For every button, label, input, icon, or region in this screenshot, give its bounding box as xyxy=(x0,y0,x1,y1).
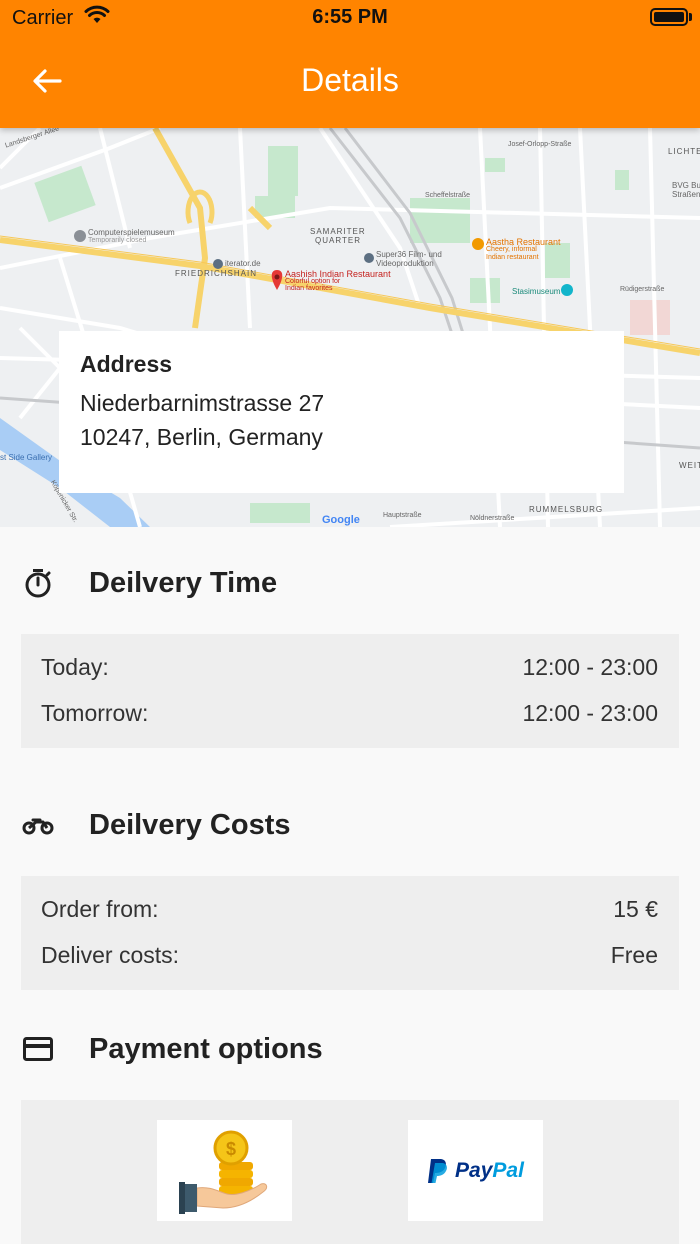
motorcycle-icon xyxy=(22,809,54,841)
map-street-label: Rüdigerstraße xyxy=(620,286,665,293)
payment-options-box: $ PayPal xyxy=(21,1100,679,1244)
map-district-label: WEITE xyxy=(679,461,700,470)
map-attribution: Google xyxy=(322,514,360,526)
address-card: Address Niederbarnimstrasse 27 10247, Be… xyxy=(59,331,624,493)
map-poi-label: BVG Bus xyxy=(672,181,700,190)
credit-card-icon xyxy=(22,1033,54,1065)
address-city: 10247, Berlin, Germany xyxy=(80,424,323,450)
delivery-time-row: Tomorrow: 12:00 - 23:00 xyxy=(41,700,658,730)
map-district-label: RUMMELSBURG xyxy=(529,505,604,514)
row-label: Deliver costs: xyxy=(41,942,180,968)
section-title: Deilvery Time xyxy=(89,567,278,599)
paypal-icon xyxy=(428,1158,448,1183)
map-poi-label: Videoproduktion xyxy=(376,259,434,268)
row-value: 12:00 - 23:00 xyxy=(522,654,658,680)
cash-icon: $ xyxy=(178,1130,267,1214)
row-label: Tomorrow: xyxy=(41,700,149,726)
map-poi-label: st Side Gallery xyxy=(0,453,53,462)
row-value: 12:00 - 23:00 xyxy=(522,700,658,726)
map-poi-sublabel: Indian restaurant xyxy=(486,254,539,261)
delivery-costs-header: Deilvery Costs xyxy=(0,805,700,845)
map-poi-label: Straßenba xyxy=(672,190,700,199)
map-poi-label: iterator.de xyxy=(225,259,261,268)
address-title: Address xyxy=(80,351,173,377)
map-street-label: Josef-Orlopp-Straße xyxy=(508,141,572,148)
delivery-time-box: Today: 12:00 - 23:00 Tomorrow: 12:00 - 2… xyxy=(21,634,679,748)
status-time: 6:55 PM xyxy=(312,6,388,28)
map-poi-label: Stasimuseum xyxy=(512,287,561,296)
map-poi-sublabel: Cheery, informal xyxy=(486,246,537,253)
stopwatch-icon xyxy=(22,567,54,599)
row-value: 15 € xyxy=(613,896,658,922)
map-district-label: SAMARITER xyxy=(310,227,366,236)
map-poi-sublabel: Indian favorites xyxy=(285,285,333,292)
payment-option-paypal[interactable]: PayPal xyxy=(408,1120,543,1221)
row-label: Order from: xyxy=(41,896,159,922)
section-title: Payment options xyxy=(89,1033,323,1065)
battery-icon xyxy=(650,8,688,26)
app-header: Carrier 6:55 PM Details xyxy=(0,0,700,128)
svg-text:$: $ xyxy=(225,1139,235,1159)
map-district-label: QUARTER xyxy=(315,236,361,245)
map-street-label: Hauptstraße xyxy=(383,512,422,519)
row-value: Free xyxy=(610,942,658,968)
address-street: Niederbarnimstrasse 27 xyxy=(80,390,325,416)
battery-nub xyxy=(689,13,692,21)
row-label: Today: xyxy=(41,654,109,680)
map-district-label: FRIEDRICHSHAIN xyxy=(175,269,258,278)
map-poi-label: Super36 Film- und xyxy=(376,250,442,259)
delivery-cost-row: Order from: 15 € xyxy=(41,896,658,926)
delivery-cost-row: Deliver costs: Free xyxy=(41,942,658,972)
payment-option-cash[interactable]: $ xyxy=(157,1120,292,1221)
delivery-time-row: Today: 12:00 - 23:00 xyxy=(41,654,658,684)
page-title: Details xyxy=(301,62,399,98)
delivery-time-header: Deilvery Time xyxy=(0,563,700,603)
map-district-label: LICHTEN xyxy=(668,147,700,156)
map-poi-sublabel: Colorful option for xyxy=(285,278,341,285)
paypal-wordmark: PayPal xyxy=(455,1158,524,1182)
map-street-label: Nöldnerstraße xyxy=(470,515,515,522)
map-poi-sublabel: Temporarily closed xyxy=(88,237,147,244)
map-street-label: Scheffelstraße xyxy=(425,192,471,199)
section-title: Deilvery Costs xyxy=(89,809,291,841)
map-poi-label: Computerspielemuseum xyxy=(88,228,175,237)
payment-header: Payment options xyxy=(0,1029,700,1069)
delivery-costs-box: Order from: 15 € Deliver costs: Free xyxy=(21,876,679,990)
